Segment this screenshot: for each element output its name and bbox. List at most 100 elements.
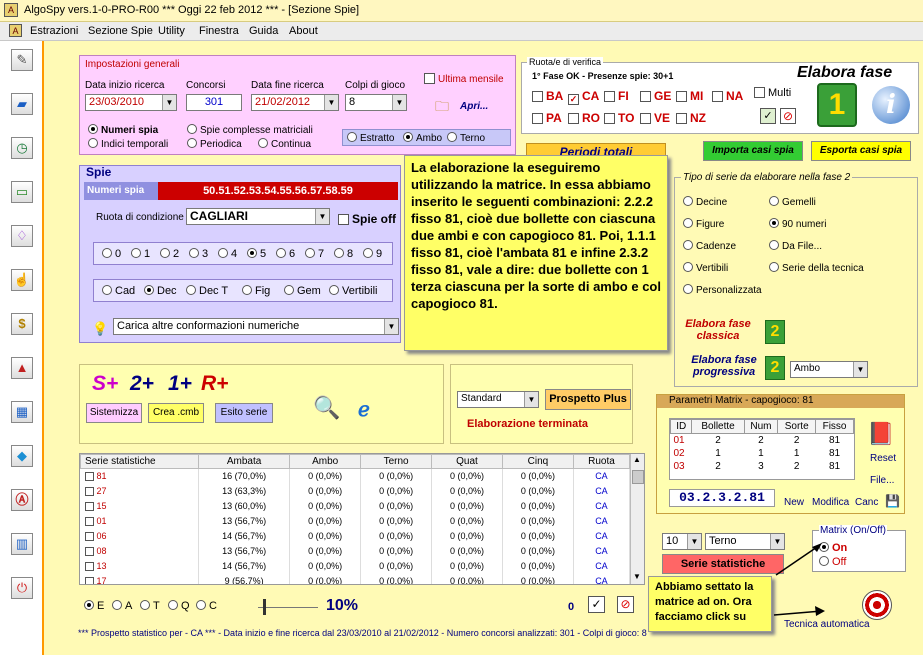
type-radio-5[interactable]: Vertibili: [329, 285, 377, 297]
phase-two-progressiva-button[interactable]: 2: [765, 356, 785, 380]
digit-radio-7[interactable]: 7: [305, 248, 324, 260]
digit-radio-0[interactable]: 0: [102, 248, 121, 260]
opt-spie-complesse[interactable]: Spie complesse matriciali: [187, 124, 313, 136]
series-option-7[interactable]: Serie della tecnica: [769, 262, 864, 274]
checkbox-box[interactable]: [84, 472, 94, 482]
menu-utility[interactable]: Utility: [158, 25, 185, 37]
menu-about[interactable]: About: [289, 25, 318, 37]
multi-checkbox[interactable]: Multi: [754, 87, 791, 99]
canc-link[interactable]: Canc: [855, 497, 878, 508]
stats-header-cell[interactable]: Ruota: [572, 454, 631, 469]
menu-finestra[interactable]: Finestra: [199, 25, 239, 37]
power-icon[interactable]: ⏻: [11, 577, 33, 599]
ruota-to-checkbox[interactable]: TO: [604, 111, 634, 125]
ruota-condizione-select[interactable]: CAGLIARI ▼: [186, 208, 330, 225]
table-row[interactable]: 27 13 (63,3%) 0 (0,0%) 0 (0,0%) 0 (0,0%) 0 (0…: [80, 483, 631, 499]
bottom-opt-a[interactable]: A: [112, 600, 132, 612]
open-link[interactable]: Apri...: [460, 101, 488, 112]
digit-radio-1[interactable]: 1: [131, 248, 150, 260]
export-button[interactable]: Esporta casi spia: [811, 141, 911, 161]
table-row[interactable]: 15 13 (60,0%) 0 (0,0%) 0 (0,0%) 0 (0,0%) 0 (0…: [80, 498, 631, 514]
table-row[interactable]: 81 16 (70,0%) 0 (0,0%) 0 (0,0%) 0 (0,0%) 0 (0…: [80, 468, 631, 484]
target-icon[interactable]: [862, 590, 892, 620]
stats-header-cell[interactable]: Cinq: [501, 454, 574, 469]
bottom-opt-c[interactable]: C: [196, 600, 217, 612]
bottom-opt-q[interactable]: Q: [168, 600, 190, 612]
checkbox-box[interactable]: [84, 487, 94, 496]
opt-numeri-spia[interactable]: Numeri spia: [88, 124, 158, 136]
checkbox-box[interactable]: [84, 562, 94, 571]
type-radio-1[interactable]: Dec: [144, 285, 177, 297]
calendar-icon[interactable]: ▦: [11, 401, 33, 423]
series-option-6[interactable]: Vertibili: [683, 262, 728, 274]
ruota-na-checkbox[interactable]: NA: [712, 89, 743, 103]
clock-icon[interactable]: ◷: [11, 137, 33, 159]
checkbox-box[interactable]: [84, 532, 94, 541]
opt-ambo[interactable]: Ambo: [403, 132, 442, 144]
series-option-8[interactable]: Personalizzata: [683, 284, 762, 296]
opt-terno[interactable]: Terno: [447, 132, 485, 144]
table-row[interactable]: 08 13 (56,7%) 0 (0,0%) 0 (0,0%) 0 (0,0%) 0 (0…: [80, 543, 631, 559]
checkbox-box[interactable]: [84, 547, 94, 556]
table-row[interactable]: 13 14 (56,7%) 0 (0,0%) 0 (0,0%) 0 (0,0%) 0 (0…: [80, 558, 631, 574]
series-option-2[interactable]: Figure: [683, 218, 724, 230]
stats-header-cell[interactable]: Quat: [431, 454, 503, 469]
digit-radio-4[interactable]: 4: [218, 248, 237, 260]
stats-header-cell[interactable]: Terno: [360, 454, 433, 469]
digit-radio-5[interactable]: 5: [247, 248, 266, 260]
serie-num-select[interactable]: 10 ▼: [662, 533, 702, 550]
file-link[interactable]: File...: [870, 475, 894, 486]
menu-sezione-spie[interactable]: Sezione Spie: [88, 25, 153, 37]
bottom-opt-e[interactable]: E: [84, 600, 104, 612]
opt-continua[interactable]: Continua: [258, 138, 311, 150]
phase-two-classica-button[interactable]: 2: [765, 320, 785, 344]
digit-radio-3[interactable]: 3: [189, 248, 208, 260]
type-radio-2[interactable]: Dec T: [186, 285, 228, 297]
start-date-select[interactable]: 23/03/2010 ▼: [85, 94, 177, 111]
book-icon[interactable]: ▰: [11, 93, 33, 115]
pointer-icon[interactable]: ☝: [11, 269, 33, 291]
type-radio-4[interactable]: Gem: [284, 285, 321, 297]
triangle-icon[interactable]: ▲: [11, 357, 33, 379]
ruota-ve-checkbox[interactable]: VE: [640, 111, 670, 125]
modifica-link[interactable]: Modifica: [812, 497, 849, 508]
table-row[interactable]: 06 14 (56,7%) 0 (0,0%) 0 (0,0%) 0 (0,0%) 0 (0…: [80, 528, 631, 544]
sistemizza-button[interactable]: Sistemizza: [86, 403, 142, 423]
matrix-row[interactable]: 01 2 2 2 81: [671, 434, 854, 447]
bulb-icon[interactable]: ♢: [11, 225, 33, 247]
dollar-icon[interactable]: $: [11, 313, 33, 335]
matrix-row[interactable]: 03 2 3 2 81: [671, 460, 854, 473]
end-date-select[interactable]: 21/02/2012 ▼: [251, 94, 339, 111]
scroll-thumb[interactable]: [632, 470, 644, 484]
draws-input[interactable]: 301: [186, 94, 242, 111]
spie-off-checkbox[interactable]: Spie off: [338, 212, 396, 226]
digit-radio-2[interactable]: 2: [160, 248, 179, 260]
series-option-4[interactable]: Cadenze: [683, 240, 736, 252]
money-icon[interactable]: ▭: [11, 181, 33, 203]
stats-header-cell[interactable]: Ambata: [197, 454, 291, 469]
progressiva-sorte-select[interactable]: Ambo ▼: [790, 361, 868, 378]
digit-radio-6[interactable]: 6: [276, 248, 295, 260]
ie-icon[interactable]: ℯ: [358, 397, 370, 422]
series-option-0[interactable]: Decine: [683, 196, 727, 208]
ruota-nz-checkbox[interactable]: NZ: [676, 111, 706, 125]
series-option-1[interactable]: Gemelli: [769, 196, 816, 208]
phase-one-button[interactable]: 1: [817, 83, 857, 127]
serie-statistiche-button[interactable]: Serie statistiche: [662, 554, 784, 574]
checkmark-icon[interactable]: ✓: [760, 108, 776, 124]
forbidden-icon[interactable]: ⊘: [780, 108, 796, 124]
opt-indici-temporali[interactable]: Indici temporali: [88, 138, 168, 150]
save-icon[interactable]: 💾: [885, 494, 900, 508]
scroll-up-icon[interactable]: ▲: [633, 455, 641, 464]
menu-guida[interactable]: Guida: [249, 25, 278, 37]
checkbox-box[interactable]: [84, 517, 94, 526]
crea-cmb-button[interactable]: Crea .cmb: [148, 403, 204, 423]
ruota-ca-checkbox[interactable]: ✓ CA: [568, 89, 599, 105]
standard-select[interactable]: Standard ▼: [457, 391, 539, 408]
stats-header-cell[interactable]: Serie statistiche: [80, 454, 199, 469]
digit-radio-8[interactable]: 8: [334, 248, 353, 260]
matrix-row[interactable]: 02 1 1 1 81: [671, 447, 854, 460]
pencil-icon[interactable]: ✎: [11, 49, 33, 71]
series-option-3[interactable]: 90 numeri: [769, 218, 826, 230]
checkbox-box[interactable]: [84, 502, 94, 511]
